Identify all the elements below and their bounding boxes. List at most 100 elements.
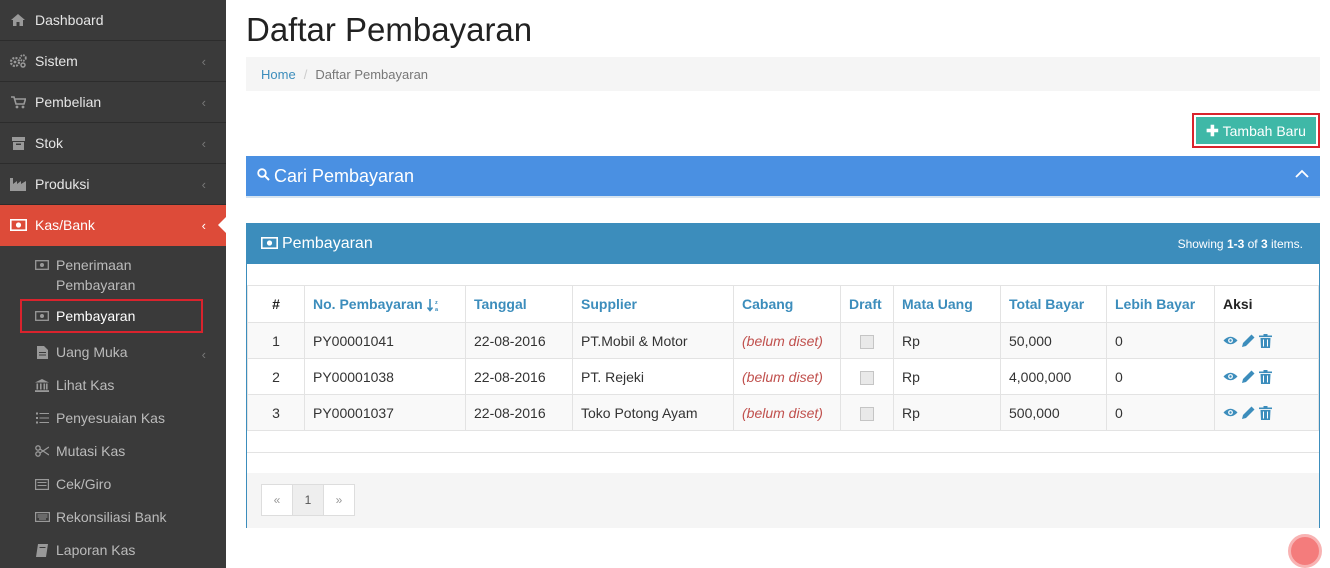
sidebar-subitem-label: Penerimaan Pembayaran — [56, 257, 136, 293]
sidebar-item-label: Dashboard — [35, 12, 104, 28]
add-new-button[interactable]: ✚ Tambah Baru — [1192, 113, 1320, 148]
pagination-next-button[interactable]: » — [323, 484, 355, 516]
list-icon — [34, 412, 50, 424]
bank-icon — [34, 378, 50, 392]
column-header-tanggal[interactable]: Tanggal — [465, 285, 573, 323]
delete-icon[interactable] — [1259, 333, 1272, 348]
chevron-left-icon: ‹ — [201, 218, 206, 233]
sidebar-subitem-label: Uang Muka — [56, 344, 128, 360]
sidebar-item-pembelian[interactable]: Pembelian ‹ — [0, 82, 226, 123]
pagination-footer: « 1 » — [247, 473, 1319, 528]
cell-total-bayar: 500,000 — [1000, 394, 1107, 431]
pagination-page-1[interactable]: 1 — [292, 484, 324, 516]
cell-mata-uang: Rp — [893, 322, 1001, 359]
column-header-total-bayar[interactable]: Total Bayar — [1000, 285, 1107, 323]
sidebar-item-label: Pembelian — [35, 94, 102, 110]
breadcrumb-home-link[interactable]: Home — [261, 67, 296, 82]
sidebar-item-sistem[interactable]: Sistem ‹ — [0, 41, 226, 82]
home-icon — [8, 12, 28, 28]
column-header-label: No. Pembayaran — [313, 295, 423, 312]
sidebar-subitem-cek-giro[interactable]: Cek/Giro — [0, 474, 226, 507]
sidebar-subitem-label: Pembayaran — [56, 308, 136, 324]
draft-checkbox[interactable] — [860, 334, 874, 349]
chevron-left-icon: ‹ — [201, 54, 206, 69]
sidebar-item-label: Kas/Bank — [35, 217, 95, 233]
pagination-prev-button[interactable]: « — [261, 484, 293, 516]
cell-actions — [1214, 358, 1319, 395]
edit-icon[interactable] — [1242, 334, 1255, 347]
view-icon[interactable] — [1223, 371, 1238, 382]
column-header-lebih-bayar[interactable]: Lebih Bayar — [1106, 285, 1215, 323]
column-header-mata-uang[interactable]: Mata Uang — [893, 285, 1001, 323]
sidebar-subitem-lihat-kas[interactable]: Lihat Kas — [0, 375, 226, 408]
search-icon — [257, 168, 270, 184]
payments-grid-panel: Pembayaran Showing 1-3 of 3 items. # No.… — [246, 223, 1320, 528]
cell-tanggal: 22-08-2016 — [465, 358, 573, 395]
keyboard-icon — [34, 511, 50, 523]
view-icon[interactable] — [1223, 407, 1238, 418]
cell-supplier: Toko Potong Ayam — [572, 394, 734, 431]
cell-number: 3 — [247, 394, 305, 431]
notification-bell-icon[interactable] — [1288, 534, 1322, 568]
scissors-icon — [34, 445, 50, 457]
cell-draft — [840, 322, 894, 359]
sidebar-subitem-rekonsiliasi-bank[interactable]: Rekonsiliasi Bank — [0, 507, 226, 540]
column-header-no-pembayaran[interactable]: No. Pembayaran za — [304, 285, 466, 323]
cheque-icon — [34, 478, 50, 490]
sidebar-item-dashboard[interactable]: Dashboard — [0, 0, 226, 41]
sidebar-item-produksi[interactable]: Produksi ‹ — [0, 164, 226, 205]
add-new-button-label: Tambah Baru — [1222, 122, 1306, 139]
factory-icon — [8, 176, 28, 192]
cell-supplier: PT.Mobil & Motor — [572, 322, 734, 359]
sidebar-subitem-penerimaan-pembayaran[interactable]: Penerimaan Pembayaran — [0, 255, 226, 298]
cell-actions — [1214, 394, 1319, 431]
payments-table: # No. Pembayaran za Tanggal Supplier Cab… — [247, 285, 1319, 431]
sidebar-subitem-label: Rekonsiliasi Bank — [56, 509, 167, 525]
book-icon — [34, 543, 50, 557]
edit-icon[interactable] — [1242, 370, 1255, 383]
column-header-cabang[interactable]: Cabang — [733, 285, 841, 323]
cell-tanggal: 22-08-2016 — [465, 322, 573, 359]
edit-icon[interactable] — [1242, 406, 1255, 419]
column-header-draft[interactable]: Draft — [840, 285, 894, 323]
sidebar-subitem-pembayaran[interactable]: Pembayaran — [20, 299, 203, 333]
cell-supplier: PT. Rejeki — [572, 358, 734, 395]
view-icon[interactable] — [1223, 335, 1238, 346]
sidebar-subitem-label: Mutasi Kas — [56, 443, 126, 459]
draft-checkbox[interactable] — [860, 406, 874, 421]
draft-checkbox[interactable] — [860, 370, 874, 385]
plus-icon: ✚ — [1206, 122, 1219, 140]
sidebar-item-kas-bank[interactable]: Kas/Bank ‹ — [0, 205, 227, 246]
search-panel-title: Cari Pembayaran — [274, 165, 415, 186]
page-title: Daftar Pembayaran — [246, 11, 533, 48]
sidebar-item-stok[interactable]: Stok ‹ — [0, 123, 226, 164]
cell-cabang: (belum diset) — [733, 322, 841, 359]
delete-icon[interactable] — [1259, 405, 1272, 420]
chevron-left-icon: ‹ — [201, 347, 206, 362]
chevron-up-icon[interactable] — [1294, 166, 1310, 185]
sidebar-subitem-penyesuaian-kas[interactable]: Penyesuaian Kas — [0, 408, 226, 441]
cell-lebih-bayar: 0 — [1106, 394, 1215, 431]
cell-lebih-bayar: 0 — [1106, 358, 1215, 395]
file-icon — [34, 345, 50, 359]
sidebar-subitem-mutasi-kas[interactable]: Mutasi Kas — [0, 441, 226, 474]
column-header-aksi: Aksi — [1214, 285, 1319, 323]
sidebar-item-label: Produksi — [35, 176, 90, 192]
money-icon — [261, 236, 278, 252]
svg-text:a: a — [435, 307, 439, 312]
search-panel-header[interactable]: Cari Pembayaran — [246, 156, 1320, 198]
cell-total-bayar: 50,000 — [1000, 322, 1107, 359]
cell-mata-uang: Rp — [893, 394, 1001, 431]
column-header-supplier[interactable]: Supplier — [572, 285, 734, 323]
cell-no-pembayaran: PY00001041 — [304, 322, 466, 359]
cell-draft — [840, 394, 894, 431]
cell-number: 2 — [247, 358, 305, 395]
cell-tanggal: 22-08-2016 — [465, 394, 573, 431]
cell-no-pembayaran: PY00001038 — [304, 358, 466, 395]
delete-icon[interactable] — [1259, 369, 1272, 384]
sidebar: Dashboard Sistem ‹ Pembelian ‹ Stok ‹ Pr… — [0, 0, 227, 568]
table-row: 1 PY00001041 22-08-2016 PT.Mobil & Motor… — [247, 322, 1319, 359]
sidebar-subitem-laporan-kas[interactable]: Laporan Kas — [0, 540, 226, 568]
cell-cabang: (belum diset) — [733, 358, 841, 395]
sidebar-subitem-uang-muka[interactable]: Uang Muka ‹ — [0, 342, 226, 375]
